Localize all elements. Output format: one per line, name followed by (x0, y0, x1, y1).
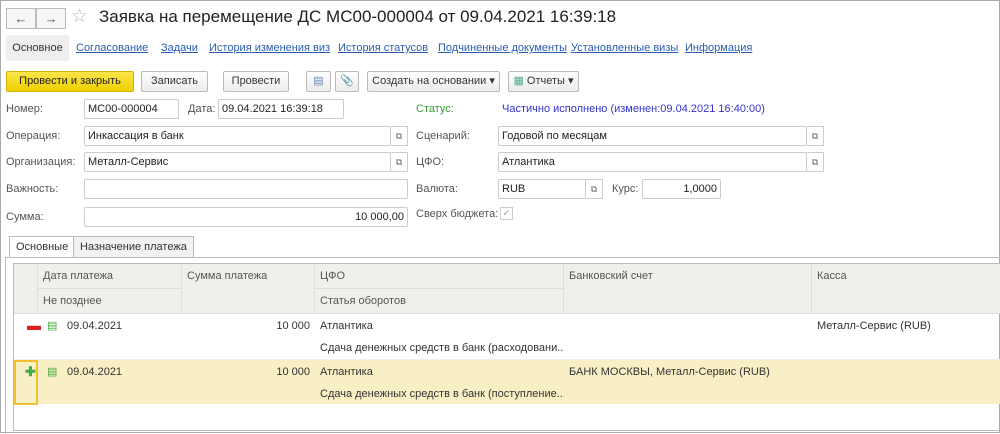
tab-status-history[interactable]: История статусов (338, 42, 428, 54)
header-sum[interactable]: Сумма платежа (182, 264, 315, 314)
tab-main[interactable]: Основное (6, 35, 69, 61)
reports-label: Отчеты (526, 75, 565, 87)
document-list-icon[interactable]: ▤ (306, 71, 331, 92)
row-sum: 10 000 (276, 320, 310, 332)
tab-info[interactable]: Информация (685, 42, 752, 54)
date-label: Дата: (188, 103, 216, 115)
header-bank[interactable]: Банковский счет (564, 264, 812, 314)
row-date: 09.04.2021 (67, 366, 123, 378)
row-date: 09.04.2021 (67, 320, 123, 332)
importance-label: Важность: (6, 183, 59, 195)
number-label: Номер: (6, 103, 43, 115)
payments-table: Дата платежа Не позднее Сумма платежа ЦФ… (13, 263, 1000, 431)
header-date[interactable]: Дата платежа (38, 264, 182, 289)
open-icon[interactable]: ⧉ (807, 126, 824, 146)
header-article[interactable]: Статья оборотов (315, 289, 564, 314)
currency-label: Валюта: (416, 183, 458, 195)
tab-subordinate-docs[interactable]: Подчиненные документы (438, 42, 567, 54)
chevron-down-icon: ▾ (489, 75, 495, 87)
status-value[interactable]: Частично исполнено (изменен:09.04.2021 1… (502, 103, 765, 115)
organization-field[interactable]: Металл-Сервис (84, 152, 391, 172)
plus-icon: ✚ (25, 364, 36, 379)
chevron-down-icon: ▾ (568, 75, 574, 87)
open-icon[interactable]: ⧉ (391, 126, 408, 146)
subtab-payment-purpose[interactable]: Назначение платежа (73, 236, 194, 258)
over-budget-checkbox[interactable]: ✓ (500, 207, 513, 220)
tab-approval[interactable]: Согласование (76, 42, 148, 54)
tab-tasks[interactable]: Задачи (161, 42, 198, 54)
row-cfo: Атлантика (320, 366, 373, 378)
create-based-label: Создать на основании (372, 75, 487, 87)
subtab-main[interactable]: Основные (9, 236, 76, 258)
posted-doc-icon: ▤ (47, 366, 58, 378)
report-icon: ▦ (513, 75, 524, 87)
row-article: Сдача денежных средств в банк (поступлен… (320, 388, 564, 400)
sum-field[interactable]: 10 000,00 (84, 207, 408, 227)
back-button[interactable]: ← (6, 8, 36, 29)
header-not-later[interactable]: Не позднее (38, 289, 182, 314)
save-button[interactable]: Записать (141, 71, 208, 92)
operation-field[interactable]: Инкассация в банк (84, 126, 391, 146)
status-label: Статус: (416, 103, 454, 115)
open-icon[interactable]: ⧉ (586, 179, 603, 199)
posted-doc-icon: ▤ (47, 320, 58, 332)
cfo-field[interactable]: Атлантика (498, 152, 807, 172)
importance-field[interactable] (84, 179, 408, 199)
star-icon[interactable]: ☆ (71, 5, 88, 28)
cfo-label: ЦФО: (416, 156, 445, 168)
rate-field[interactable]: 1,0000 (642, 179, 721, 199)
operation-label: Операция: (6, 130, 61, 142)
header-cash[interactable]: Касса (812, 264, 1000, 314)
row-cfo: Атлантика (320, 320, 373, 332)
currency-field[interactable]: RUB (498, 179, 586, 199)
open-icon[interactable]: ⧉ (807, 152, 824, 172)
post-button[interactable]: Провести (223, 71, 289, 92)
create-based-on-button[interactable]: Создать на основании ▾ (367, 71, 500, 92)
scenario-field[interactable]: Годовой по месяцам (498, 126, 807, 146)
tab-visas[interactable]: Установленные визы (571, 42, 678, 54)
row-sum: 10 000 (276, 366, 310, 378)
row-cash: Металл-Сервис (RUB) (817, 320, 931, 332)
organization-label: Организация: (6, 156, 76, 168)
page-title: Заявка на перемещение ДС МС00-000004 от … (99, 7, 617, 26)
row-article: Сдача денежных средств в банк (расходова… (320, 342, 564, 354)
header-cfo[interactable]: ЦФО (315, 264, 564, 289)
header-marker (14, 264, 38, 314)
rate-label: Курс: (612, 183, 639, 195)
table-row[interactable]: ▬ ▤ 09.04.2021 10 000 Атлантика Сдача де… (14, 314, 1000, 359)
forward-button[interactable]: → (36, 8, 66, 29)
tab-visa-history[interactable]: История изменения виз (209, 42, 330, 54)
post-and-close-button[interactable]: Провести и закрыть (6, 71, 134, 92)
table-row-selected[interactable]: ✚ ▤ 09.04.2021 10 000 Атлантика Сдача де… (14, 359, 1000, 405)
row-bank: БАНК МОСКВЫ, Металл-Сервис (RUB) (569, 366, 770, 378)
attachment-icon[interactable]: 📎 (335, 71, 359, 92)
scenario-label: Сценарий: (416, 130, 470, 142)
date-field[interactable]: 09.04.2021 16:39:18 (218, 99, 344, 119)
number-field[interactable]: МС00-000004 (84, 99, 179, 119)
sum-label: Сумма: (6, 211, 44, 223)
open-icon[interactable]: ⧉ (391, 152, 408, 172)
over-budget-label: Сверх бюджета: (416, 208, 499, 220)
reports-button[interactable]: ▦ Отчеты ▾ (508, 71, 579, 92)
